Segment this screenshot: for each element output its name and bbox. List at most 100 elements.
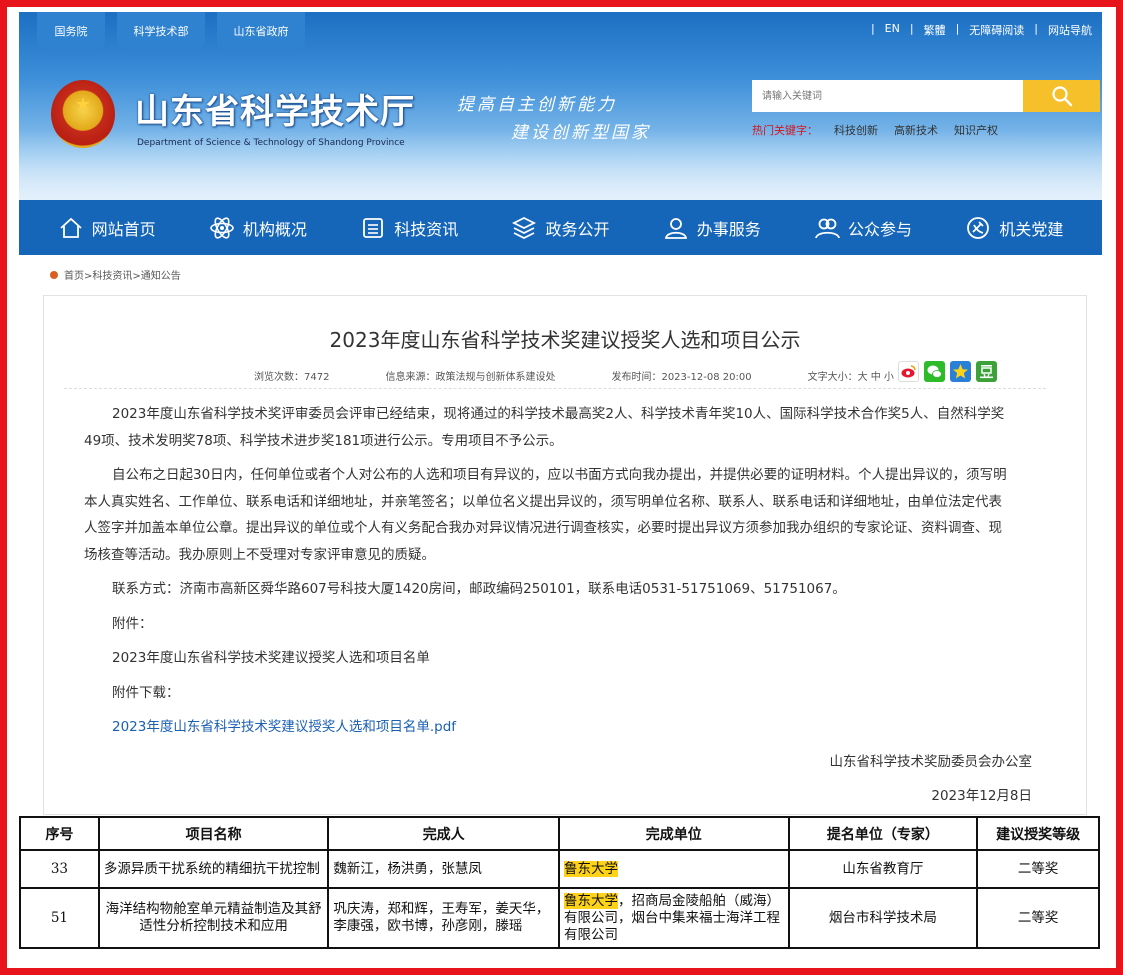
divider xyxy=(64,388,1046,389)
article-meta: 浏览次数：7472 信息来源：政策法规与创新体系建设处 发布时间：2023-12… xyxy=(254,368,894,383)
share-buttons xyxy=(898,361,997,382)
site-subtitle: Department of Science & Technology of Sh… xyxy=(137,138,405,148)
attachment-label: 附件： xyxy=(112,615,153,632)
top-links: | EN | 繁體 | 无障碍阅读 | 网站导航 xyxy=(871,22,1092,38)
nav-item-label: 公众参与 xyxy=(848,219,913,239)
nav-item-label: 政务公开 xyxy=(545,219,610,239)
divider: | xyxy=(955,22,960,35)
slogan-line-1: 提高自主创新能力 xyxy=(457,95,617,115)
search-button[interactable] xyxy=(1023,80,1100,112)
nav-item-participation[interactable]: 公众参与 xyxy=(814,215,912,241)
main-nav: 网站首页 机构概况 科技资讯 政务公开 办事服务 公众参与 机关党建 xyxy=(19,200,1102,255)
nav-item-home[interactable]: 网站首页 xyxy=(58,215,156,241)
atom-icon xyxy=(210,216,234,239)
nav-item-about[interactable]: 机构概况 xyxy=(209,215,307,241)
site-title[interactable]: 山东省科学技术厅 xyxy=(135,84,415,133)
breadcrumb: 首页>科技资讯>通知公告 xyxy=(50,267,181,282)
cell-unit: 鲁东大学 xyxy=(557,849,790,889)
qzone-icon[interactable] xyxy=(950,361,971,382)
top-tabs: 国务院 科学技术部 山东省政府 xyxy=(37,12,305,49)
award-table: 序号 项目名称 完成人 完成单位 提名单位（专家） 建议授奖等级 33 多源异质… xyxy=(19,816,1100,949)
national-emblem-icon: ★ xyxy=(51,80,115,148)
article-panel: 2023年度山东省科学技术奖建议授奖人选和项目公示 浏览次数：7472 信息来源… xyxy=(43,295,1087,815)
cell-no: 51 xyxy=(19,887,100,949)
highlight-unit: 鲁东大学 xyxy=(563,892,618,909)
hot-keyword[interactable]: 高新技术 xyxy=(894,122,938,138)
douban-icon[interactable] xyxy=(976,361,997,382)
cell-level: 二等奖 xyxy=(976,849,1100,889)
col-header-people: 完成人 xyxy=(327,816,560,851)
article-body: 2023年度山东省科学技术奖评审委员会评审已经结束，现将通过的科学技术最高奖2人… xyxy=(84,401,1009,749)
cell-no: 33 xyxy=(19,849,100,889)
nav-item-services[interactable]: 办事服务 xyxy=(663,215,761,241)
col-header-level: 建议授奖等级 xyxy=(976,816,1100,851)
top-tab-state-council[interactable]: 国务院 xyxy=(37,12,105,49)
signature: 山东省科学技术奖励委员会办公室 xyxy=(829,754,1033,770)
nav-item-label: 科技资讯 xyxy=(394,219,459,239)
col-header-unit: 完成单位 xyxy=(557,816,790,851)
meta-views: 浏览次数：7472 xyxy=(254,372,330,383)
wechat-icon[interactable] xyxy=(924,361,945,382)
users-icon xyxy=(815,218,840,238)
cell-level: 二等奖 xyxy=(976,887,1100,949)
meta-time: 发布时间：2023-12-08 20:00 xyxy=(611,372,752,383)
party-icon xyxy=(967,216,990,239)
cell-project: 多源异质干扰系统的精细抗干扰控制 xyxy=(97,849,330,889)
highlight-unit: 鲁东大学 xyxy=(563,860,618,877)
location-dot-icon xyxy=(50,270,58,279)
search-bar xyxy=(752,80,1100,112)
nav-item-label: 机关党建 xyxy=(999,219,1064,239)
attachment-download-link[interactable]: 2023年度山东省科学技术奖建议授奖人选和项目名单.pdf xyxy=(112,719,456,735)
col-header-no: 序号 xyxy=(19,816,100,851)
cell-unit: 鲁东大学，招商局金陵船舶（威海）有限公司，烟台中集来福士海洋工程有限公司 xyxy=(557,887,790,949)
divider: | xyxy=(870,22,875,35)
divider: | xyxy=(909,22,914,35)
breadcrumb-text[interactable]: 首页>科技资讯>通知公告 xyxy=(64,267,181,282)
font-size-switch[interactable]: 大 中 小 xyxy=(858,372,894,383)
hot-keyword[interactable]: 知识产权 xyxy=(954,122,998,138)
top-tab-provincial-gov[interactable]: 山东省政府 xyxy=(217,12,305,49)
table-row: 33 多源异质干扰系统的精细抗干扰控制 魏新江，杨洪勇，张慧凤 鲁东大学 山东省… xyxy=(19,849,1100,889)
layers-icon xyxy=(512,216,537,239)
divider: | xyxy=(1034,22,1038,35)
search-input[interactable] xyxy=(752,80,1023,112)
cell-people: 魏新江，杨洪勇，张慧凤 xyxy=(327,849,560,889)
cell-nominator: 烟台市科学技术局 xyxy=(787,887,979,949)
paragraph: 自公布之日起30日内，任何单位或者个人对公布的人选和项目有异议的，应以书面方式向… xyxy=(84,467,1007,563)
attachment-name: 2023年度山东省科学技术奖建议授奖人选和项目名单 xyxy=(112,650,430,666)
publish-date: 2023年12月8日 xyxy=(931,788,1032,804)
table-header-row: 序号 项目名称 完成人 完成单位 提名单位（专家） 建议授奖等级 xyxy=(19,816,1100,851)
site-header: 国务院 科学技术部 山东省政府 | EN | 繁體 | 无障碍阅读 | 网站导航… xyxy=(19,12,1102,200)
nav-item-label: 网站首页 xyxy=(91,219,156,239)
nav-item-public-affairs[interactable]: 政务公开 xyxy=(511,215,609,241)
nav-item-news[interactable]: 科技资讯 xyxy=(360,215,458,241)
cell-nominator: 山东省教育厅 xyxy=(787,849,979,889)
weibo-icon[interactable] xyxy=(898,361,919,382)
table-row: 51 海洋结构物舱室单元精益制造及其舒适性分析控制技术和应用 巩庆涛，郑和辉，王… xyxy=(19,887,1100,949)
link-traditional[interactable]: 繁體 xyxy=(924,22,946,38)
article-title: 2023年度山东省科学技术奖建议授奖人选和项目公示 xyxy=(329,328,801,352)
link-english[interactable]: EN xyxy=(885,22,900,38)
user-icon xyxy=(664,217,687,239)
hot-keywords: 热门关键字： 科技创新 高新技术 知识产权 xyxy=(752,122,998,138)
slogan-line-2: 建设创新型国家 xyxy=(511,123,651,143)
meta-source: 信息来源：政策法规与创新体系建设处 xyxy=(385,372,556,383)
download-label: 附件下载： xyxy=(112,684,180,701)
link-accessibility[interactable]: 无障碍阅读 xyxy=(969,22,1024,38)
home-icon xyxy=(60,217,82,238)
col-header-nominator: 提名单位（专家） xyxy=(787,816,979,851)
list-icon xyxy=(363,217,384,238)
paragraph: 2023年度山东省科学技术奖评审委员会评审已经结束，现将通过的科学技术最高奖2人… xyxy=(84,406,1005,449)
col-header-project: 项目名称 xyxy=(97,816,330,851)
contact-info: 联系方式：济南市高新区舜华路607号科技大厦1420房间，邮政编码250101，… xyxy=(112,581,846,597)
search-icon xyxy=(1051,86,1072,107)
meta-font-size: 文字大小：大 中 小 xyxy=(807,372,894,383)
hot-keywords-label: 热门关键字： xyxy=(752,124,818,137)
nav-item-label: 机构概况 xyxy=(242,219,307,239)
cell-people: 巩庆涛，郑和辉，王寿军，姜天华，李康强，欧书博，孙彦刚，滕瑶 xyxy=(327,887,560,949)
nav-item-label: 办事服务 xyxy=(696,219,761,239)
link-site-nav[interactable]: 网站导航 xyxy=(1048,22,1092,38)
nav-item-party[interactable]: 机关党建 xyxy=(965,215,1063,241)
top-tab-most[interactable]: 科学技术部 xyxy=(117,12,205,49)
hot-keyword[interactable]: 科技创新 xyxy=(834,122,878,138)
